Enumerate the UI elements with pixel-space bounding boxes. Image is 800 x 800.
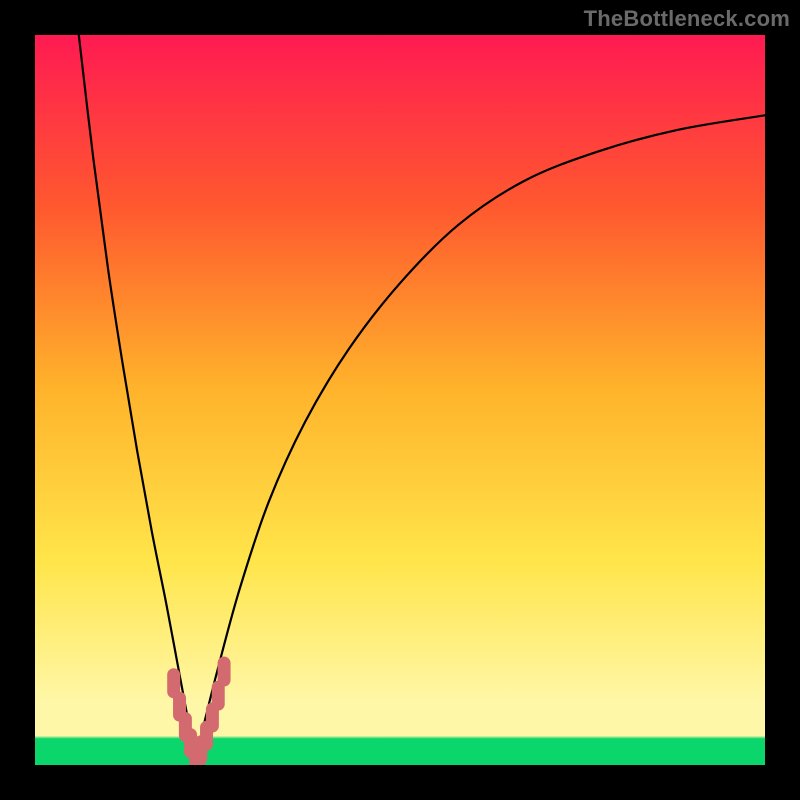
plot-svg — [35, 35, 765, 765]
chart-frame: TheBottleneck.com — [0, 0, 800, 800]
watermark-text: TheBottleneck.com — [584, 6, 790, 32]
gradient-background — [35, 35, 765, 765]
plot-area — [35, 35, 765, 765]
marker-pill — [218, 657, 231, 687]
